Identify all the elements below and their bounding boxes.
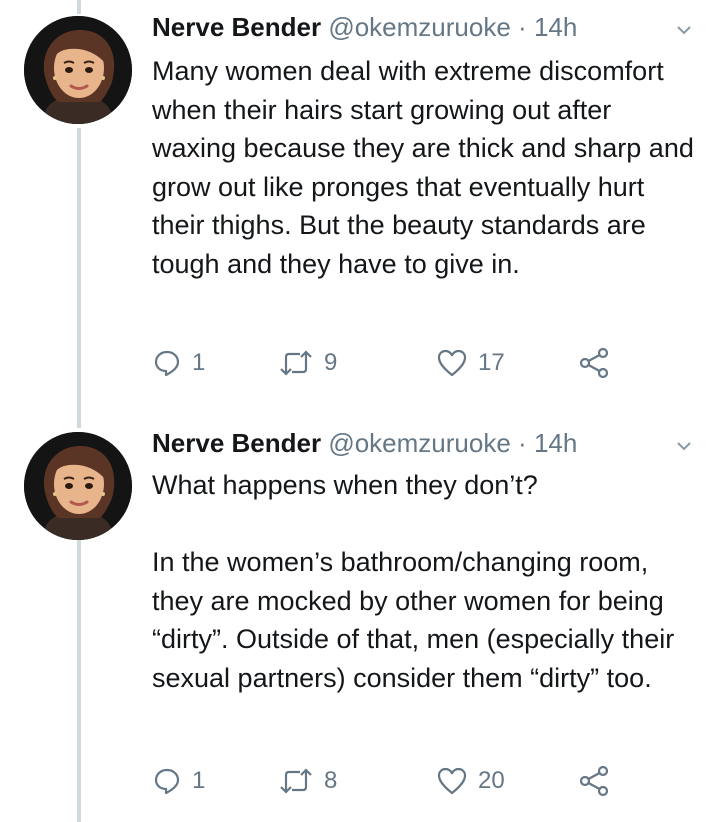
share-icon: [579, 347, 609, 379]
like-icon: [437, 767, 467, 795]
time-separator: ·: [518, 428, 527, 458]
retweet-count: 8: [324, 767, 338, 794]
tweet-paragraph: What happens when they don’t?: [152, 470, 538, 500]
time-separator: ·: [518, 12, 527, 42]
retweet-button[interactable]: 8: [278, 764, 337, 798]
memoji-avatar-icon: [24, 16, 132, 124]
share-button[interactable]: [578, 346, 610, 380]
tweet-time[interactable]: 14h: [534, 12, 577, 42]
tweet-header: Nerve Bender @okemzuruoke · 14h: [152, 12, 577, 42]
reply-count: 1: [192, 767, 206, 794]
reply-icon: [154, 350, 180, 377]
reply-icon: [154, 768, 180, 795]
author-name[interactable]: Nerve Bender: [152, 428, 321, 458]
retweet-icon: [280, 350, 312, 376]
share-icon: [579, 765, 609, 797]
like-button[interactable]: 20: [436, 764, 505, 798]
like-count: 20: [478, 767, 505, 794]
reply-count: 1: [192, 349, 206, 376]
tweet-paragraph: In the women’s bathroom/changing room, t…: [152, 547, 675, 693]
tweet-text: Many women deal with extreme discomfort …: [152, 52, 702, 284]
like-icon: [437, 349, 467, 377]
reply-button[interactable]: 1: [152, 346, 205, 380]
tweet-paragraph: Many women deal with extreme discomfort …: [152, 56, 694, 279]
retweet-count: 9: [324, 349, 338, 376]
author-avatar[interactable]: [24, 432, 132, 540]
tweet-1[interactable]: Nerve Bender @okemzuruoke · 14h Many wom…: [0, 0, 720, 400]
tweet-header: Nerve Bender @okemzuruoke · 14h: [152, 428, 577, 458]
author-handle[interactable]: @okemzuruoke: [328, 12, 510, 42]
memoji-avatar-icon: [24, 432, 132, 540]
author-avatar[interactable]: [24, 16, 132, 124]
chevron-down-icon[interactable]: [676, 22, 692, 38]
tweet-time[interactable]: 14h: [534, 428, 577, 458]
tweet-text: What happens when they don’t? In the wom…: [152, 466, 702, 698]
author-name[interactable]: Nerve Bender: [152, 12, 321, 42]
chevron-down-icon[interactable]: [676, 438, 692, 454]
author-handle[interactable]: @okemzuruoke: [328, 428, 510, 458]
retweet-button[interactable]: 9: [278, 346, 337, 380]
retweet-icon: [280, 768, 312, 794]
tweet-actions: 1 8 20: [152, 764, 652, 798]
share-button[interactable]: [578, 764, 610, 798]
tweet-actions: 1 9 17: [152, 346, 652, 380]
reply-button[interactable]: 1: [152, 764, 205, 798]
tweet-2[interactable]: Nerve Bender @okemzuruoke · 14h What hap…: [0, 416, 720, 822]
like-count: 17: [478, 349, 505, 376]
like-button[interactable]: 17: [436, 346, 505, 380]
